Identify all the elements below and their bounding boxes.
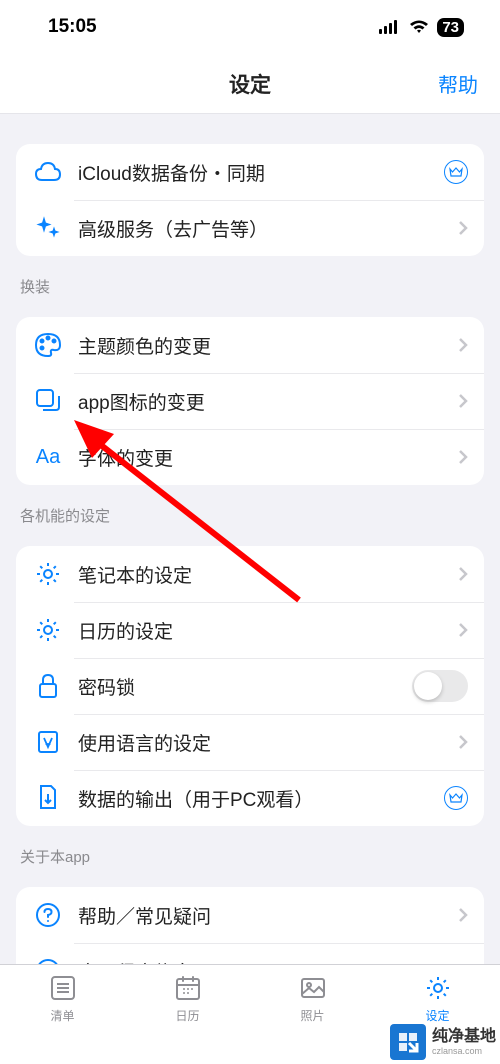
row-theme-color[interactable]: 主题颜色的变更	[16, 317, 484, 373]
status-bar: 15:05 73	[0, 0, 500, 54]
battery-indicator: 73	[437, 18, 464, 37]
chevron-right-icon	[458, 449, 468, 465]
app-icon-icon	[32, 385, 64, 417]
export-icon	[32, 782, 64, 814]
row-label: 笔记本的设定	[78, 561, 458, 588]
language-icon	[32, 726, 64, 758]
tab-label: 清单	[50, 1007, 74, 1024]
chevron-right-icon	[458, 220, 468, 236]
sparkle-icon	[32, 212, 64, 244]
row-label: iCloud数据备份・同期	[78, 159, 444, 186]
chevron-right-icon	[458, 734, 468, 750]
row-label: 日历的设定	[78, 617, 458, 644]
watermark-logo	[390, 1024, 426, 1060]
lock-icon	[32, 670, 64, 702]
time: 15:05	[48, 16, 97, 38]
chevron-right-icon	[458, 393, 468, 409]
help-button[interactable]: 帮助	[438, 69, 478, 98]
watermark-url: czlansa.com	[432, 1046, 496, 1057]
gear-icon	[423, 973, 453, 1003]
row-label: app图标的变更	[78, 388, 458, 415]
row-calendar-settings[interactable]: 日历的设定	[16, 602, 484, 658]
nav-bar: 设定 帮助	[0, 54, 500, 114]
gear-icon	[32, 558, 64, 590]
row-font-change[interactable]: Aa 字体的变更	[16, 429, 484, 485]
watermark: 纯净基地 czlansa.com	[390, 1024, 496, 1060]
gear-icon	[32, 614, 64, 646]
row-app-icon[interactable]: app图标的变更	[16, 373, 484, 429]
section-header-about: 关于本app	[16, 826, 484, 875]
tab-list[interactable]: 清单	[0, 973, 125, 1064]
row-language[interactable]: 使用语言的设定	[16, 714, 484, 770]
tab-photos[interactable]: 照片	[250, 973, 375, 1064]
help-icon	[32, 899, 64, 931]
watermark-name: 纯净基地	[432, 1027, 496, 1046]
calendar-icon	[173, 973, 203, 1003]
row-data-export[interactable]: 数据的输出（用于PC观看）	[16, 770, 484, 826]
crown-badge-icon	[444, 786, 468, 810]
crown-badge-icon	[444, 160, 468, 184]
row-label: 密码锁	[78, 673, 412, 700]
row-help-faq[interactable]: 帮助／常见疑问	[16, 887, 484, 943]
page-title: 设定	[229, 69, 271, 99]
card-functions: 笔记本的设定 日历的设定 密码锁 使用语言的设定	[16, 546, 484, 826]
chevron-right-icon	[458, 337, 468, 353]
row-label: 使用语言的设定	[78, 729, 458, 756]
row-passcode[interactable]: 密码锁	[16, 658, 484, 714]
signal-icon	[379, 20, 401, 34]
card-backup: iCloud数据备份・同期 高级服务（去广告等）	[16, 144, 484, 256]
section-header-theme: 换装	[16, 256, 484, 305]
font-icon: Aa	[32, 441, 64, 473]
card-theme: 主题颜色的变更 app图标的变更 Aa 字体的变更	[16, 317, 484, 485]
row-label: 帮助／常见疑问	[78, 902, 458, 929]
status-indicators: 73	[379, 18, 464, 37]
cloud-icon	[32, 156, 64, 188]
wifi-icon	[409, 20, 429, 34]
tab-label: 设定	[425, 1007, 449, 1024]
row-label: 高级服务（去广告等）	[78, 215, 458, 242]
list-icon	[48, 973, 78, 1003]
palette-icon	[32, 329, 64, 361]
passcode-switch[interactable]	[412, 670, 468, 702]
chevron-right-icon	[458, 907, 468, 923]
row-notebook-settings[interactable]: 笔记本的设定	[16, 546, 484, 602]
row-premium[interactable]: 高级服务（去广告等）	[16, 200, 484, 256]
row-label: 数据的输出（用于PC观看）	[78, 785, 444, 812]
photo-icon	[298, 973, 328, 1003]
row-icloud-backup[interactable]: iCloud数据备份・同期	[16, 144, 484, 200]
tab-label: 照片	[300, 1007, 324, 1024]
chevron-right-icon	[458, 622, 468, 638]
tab-calendar[interactable]: 日历	[125, 973, 250, 1064]
section-header-functions: 各机能的设定	[16, 485, 484, 534]
row-label: 字体的变更	[78, 444, 458, 471]
chevron-right-icon	[458, 566, 468, 582]
row-label: 主题颜色的变更	[78, 332, 458, 359]
tab-label: 日历	[175, 1007, 199, 1024]
